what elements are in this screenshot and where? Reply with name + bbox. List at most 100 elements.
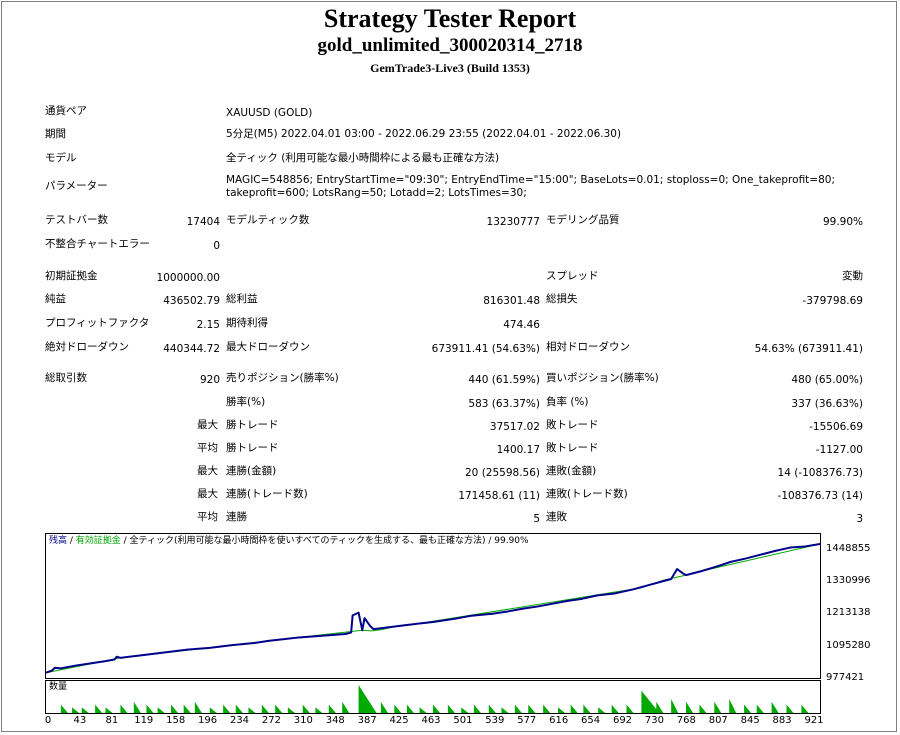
x-tick-12: 463 — [421, 715, 441, 726]
x-tick-19: 730 — [644, 715, 664, 726]
volume-bar-16 — [261, 704, 269, 713]
max-prefix-2: 最大 — [197, 465, 218, 477]
cons-loss-amt-label: 連敗(金額) — [546, 465, 597, 477]
volume-bar-44 — [656, 701, 664, 713]
volume-bar-29 — [447, 704, 455, 713]
cons-win-cnt-label: 連勝(トレード数) — [226, 488, 308, 500]
volume-chart-svg — [60, 685, 809, 713]
volume-bar-6 — [133, 701, 141, 713]
volume-bar-52 — [771, 701, 779, 713]
volume-bar-21 — [328, 704, 336, 713]
volume-bar-13 — [223, 704, 231, 713]
volume-bar-4 — [105, 707, 113, 713]
volume-bar-48 — [714, 701, 722, 713]
volume-bar-23 — [358, 685, 377, 713]
x-tick-13: 501 — [453, 715, 473, 726]
volume-chart: 数量 — [45, 680, 821, 714]
gross-loss-label: 総損失 — [546, 293, 578, 305]
legend-rest: / 全ティック(利用可能な最小時間枠を使いすべてのティックを生成する、最も正確な… — [120, 536, 529, 546]
model-value: 全ティック (利用可能な最小時間枠による最も正確な方法) — [226, 152, 500, 164]
volume-bar-45 — [671, 699, 679, 713]
cons-win-amt-value: 20 (25598.56) — [465, 467, 540, 479]
volume-bar-51 — [756, 704, 764, 713]
volume-bar-40 — [598, 707, 606, 713]
volume-bar-53 — [786, 704, 794, 713]
gross-profit-label: 総利益 — [226, 293, 258, 305]
volume-bar-14 — [235, 704, 243, 713]
x-tick-0: 0 — [44, 715, 52, 726]
winrate-label: 勝率(%) — [226, 396, 266, 408]
y-tick-2: 1330996 — [826, 575, 871, 586]
x-tick-1: 43 — [73, 715, 87, 726]
x-tick-24: 921 — [804, 715, 824, 726]
symbol-value: XAUUSD (GOLD) — [226, 107, 313, 119]
legend-equity: 有効証拠金 — [75, 536, 121, 546]
short-value: 440 (61.59%) — [468, 374, 540, 386]
avg-cons-win-value: 5 — [533, 513, 540, 525]
avg-cons-loss-value: 3 — [856, 513, 863, 525]
net-label: 純益 — [45, 293, 66, 305]
expert-name: gold_unlimited_300020314_2718 — [317, 35, 583, 56]
pf-value: 2.15 — [196, 319, 220, 331]
legend-balance: 残高 — [49, 536, 68, 546]
x-tick-7: 272 — [261, 715, 281, 726]
volume-bar-41 — [611, 704, 619, 713]
balance-series-line — [46, 543, 820, 674]
abs-dd-value: 440344.72 — [163, 343, 220, 355]
max-win-value: 37517.02 — [489, 421, 540, 433]
cons-loss-amt-value: 14 (-108376.73) — [777, 467, 863, 479]
bars-label: テストバー数 — [45, 214, 108, 226]
period-label: 期間 — [45, 128, 66, 140]
x-tick-11: 425 — [389, 715, 409, 726]
trades-value: 920 — [199, 374, 220, 386]
x-tick-2: 81 — [105, 715, 119, 726]
avg-prefix-2: 平均 — [197, 511, 218, 523]
max-dd-value: 673911.41 (54.63%) — [431, 343, 540, 355]
spread-value: 変動 — [842, 270, 863, 282]
chart-legend: 残高 / 有効証拠金 / 全ティック(利用可能な最小時間枠を使いすべてのティック… — [49, 536, 529, 547]
volume-bar-15 — [248, 707, 256, 713]
max-loss-label: 敗トレード — [546, 419, 599, 431]
volume-bar-3 — [95, 704, 103, 713]
avg-win-value: 1400.17 — [496, 444, 540, 456]
deposit-value: 1000000.00 — [156, 272, 220, 284]
winrate-value: 583 (63.37%) — [468, 398, 540, 410]
x-tick-18: 692 — [612, 715, 633, 726]
balance-chart: 残高 / 有効証拠金 / 全ティック(利用可能な最小時間枠を使いすべてのティック… — [45, 533, 821, 679]
gross-loss-value: -379798.69 — [802, 295, 863, 307]
net-value: 436502.79 — [163, 295, 220, 307]
x-tick-3: 119 — [134, 715, 154, 726]
x-tick-23: 883 — [772, 715, 792, 726]
y-tick-4: 1095280 — [826, 640, 871, 651]
symbol-label: 通貨ペア — [45, 105, 87, 117]
max-prefix-3: 最大 — [197, 488, 218, 500]
lossrate-value: 337 (36.63%) — [791, 398, 863, 410]
spread-label: スプレッド — [546, 270, 599, 282]
avg-loss-label: 敗トレード — [546, 442, 599, 454]
volume-bar-31 — [473, 704, 481, 713]
volume-bar-35 — [528, 704, 536, 713]
volume-bar-30 — [461, 707, 469, 713]
volume-bar-38 — [570, 704, 578, 713]
cons-loss-cnt-label: 連敗(トレード数) — [546, 488, 628, 500]
deposit-label: 初期証拠金 — [45, 270, 98, 282]
x-tick-4: 158 — [166, 715, 186, 726]
report-title: Strategy Tester Report — [323, 4, 577, 33]
volume-bar-25 — [394, 704, 402, 713]
avg-cons-win-label: 連勝 — [226, 511, 247, 523]
volume-bar-27 — [419, 707, 427, 713]
volume-bar-37 — [558, 707, 566, 713]
volume-bar-32 — [488, 704, 496, 713]
legend-sep: / — [67, 536, 76, 546]
volume-bar-47 — [699, 704, 707, 713]
y-tick-1: 1448855 — [826, 543, 871, 554]
balance-chart-svg — [46, 543, 820, 674]
payoff-value: 474.46 — [503, 319, 540, 331]
avg-loss-value: -1127.00 — [815, 444, 863, 456]
volume-bar-7 — [146, 704, 154, 713]
x-tick-17: 654 — [581, 715, 601, 726]
cons-win-amt-label: 連勝(金額) — [226, 465, 277, 477]
long-label: 買いポジション(勝率%) — [546, 372, 659, 384]
volume-bar-33 — [501, 707, 509, 713]
bars-value: 17404 — [186, 216, 220, 228]
